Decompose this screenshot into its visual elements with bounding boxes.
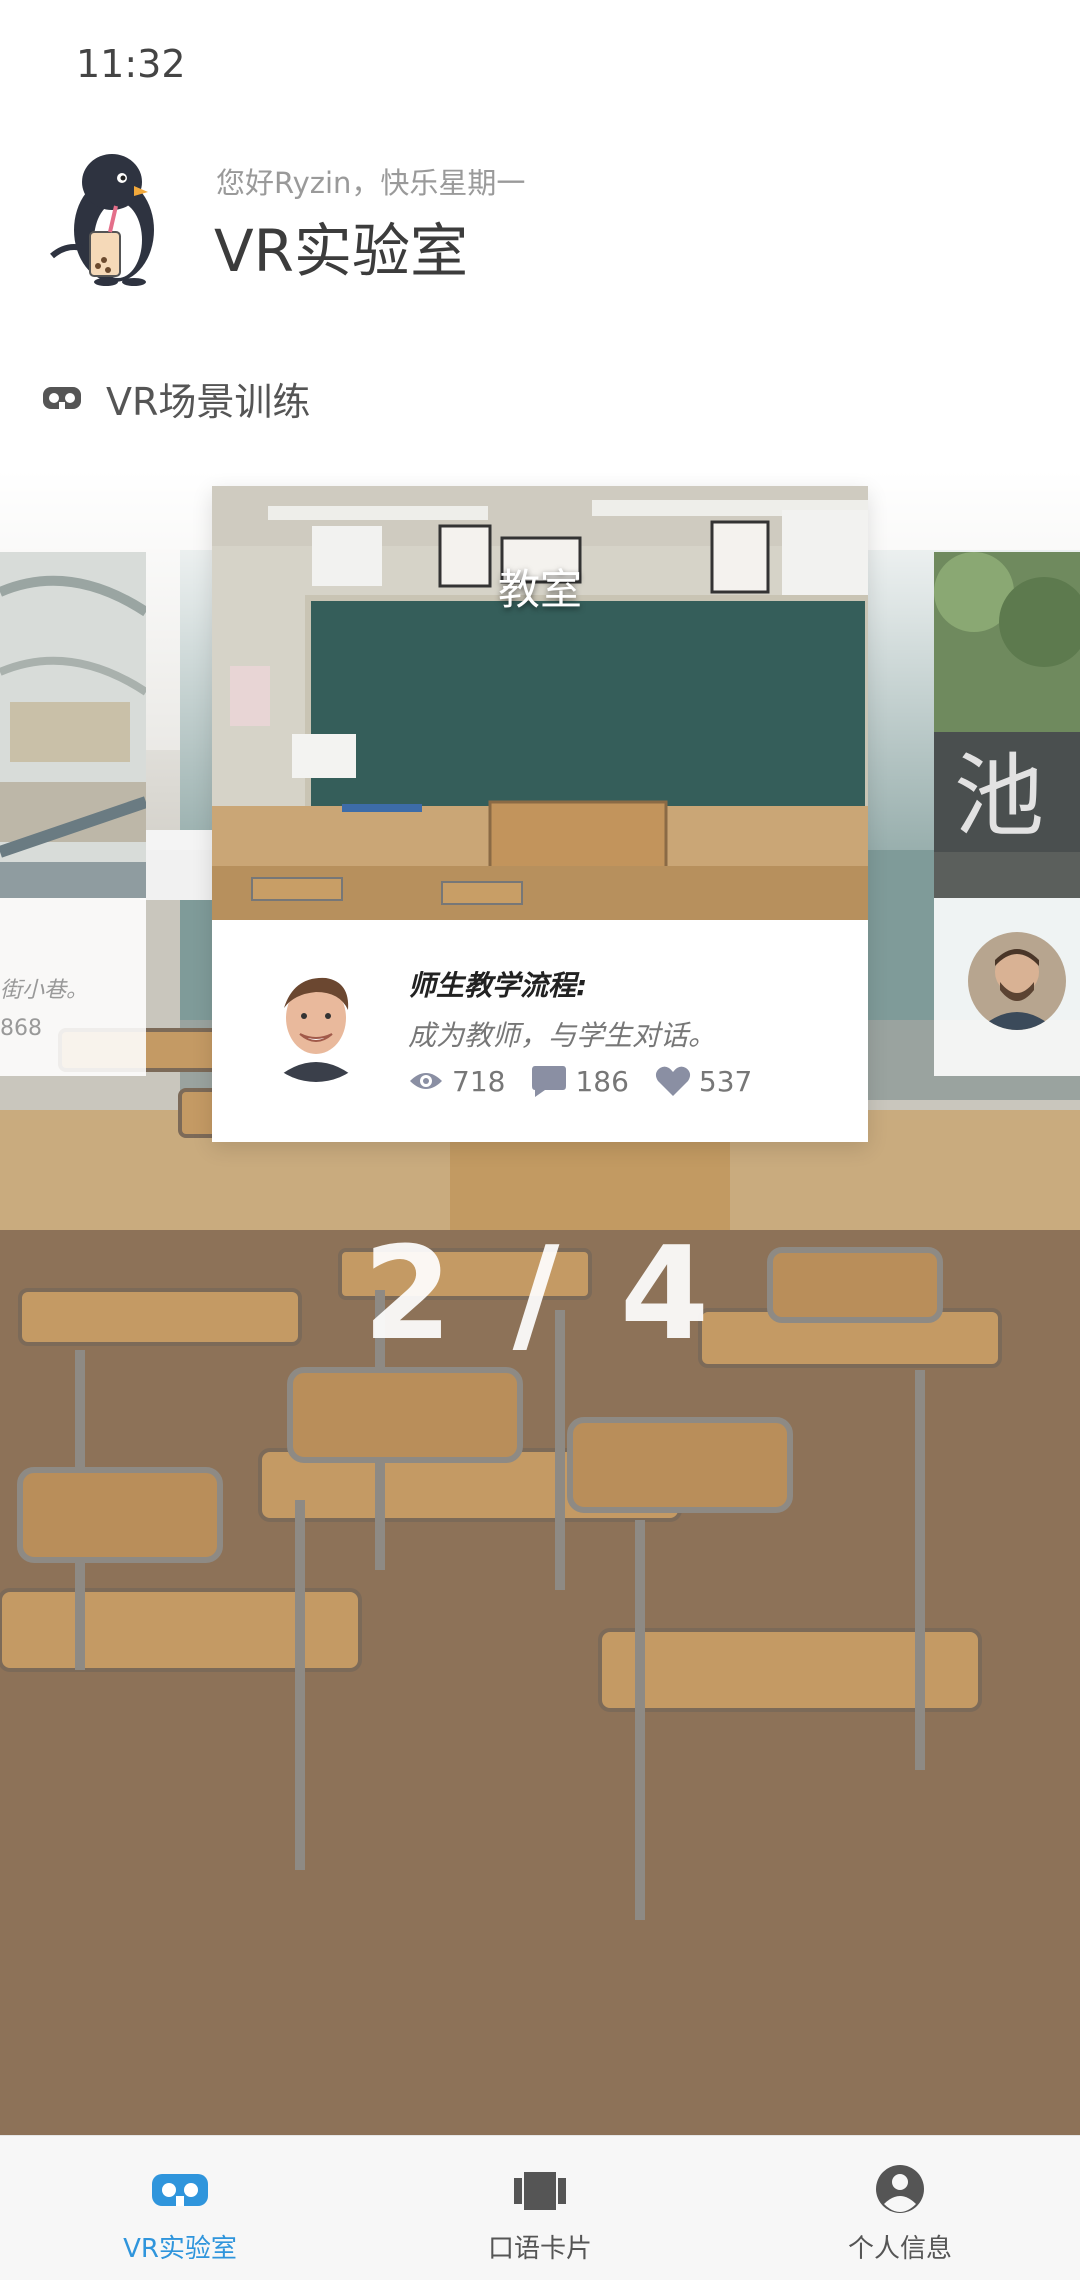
garden-scene-image: 池 bbox=[934, 552, 1080, 898]
likes-count: 537 bbox=[698, 1064, 753, 1098]
views-stat: 718 bbox=[408, 1065, 505, 1098]
bottom-nav: VR实验室 口语卡片 个人信息 bbox=[0, 2135, 1080, 2280]
penguin-mascot-icon bbox=[50, 154, 154, 286]
heart-icon bbox=[655, 1066, 690, 1096]
next-card-author-avatar bbox=[968, 932, 1066, 1030]
carousel-pager: 2 / 4 bbox=[363, 1220, 717, 1369]
comments-stat: 186 bbox=[531, 1064, 629, 1098]
nav-tab-oral-cards[interactable]: 口语卡片 bbox=[360, 2136, 720, 2280]
previous-card-stat: 868 bbox=[0, 1016, 42, 1041]
views-count: 718 bbox=[452, 1064, 506, 1098]
comments-count: 186 bbox=[575, 1064, 629, 1098]
nav-tab-vr-lab[interactable]: VR实验室 bbox=[0, 2136, 360, 2280]
nav-label: VR实验室 bbox=[123, 2234, 237, 2264]
carousel-card-active[interactable]: 教室 师生教学流程: 成为教师，与学生对话。 718 186 537 bbox=[212, 486, 868, 1142]
section-header: VR场景训练 bbox=[42, 368, 310, 428]
cards-icon bbox=[514, 2172, 566, 2210]
header: 您好Ryzin，快乐星期一 VR实验室 bbox=[0, 140, 1080, 300]
nav-tab-profile[interactable]: 个人信息 bbox=[720, 2136, 1080, 2280]
nav-label: 个人信息 bbox=[847, 2234, 952, 2264]
card-stats: 718 186 537 bbox=[408, 1064, 778, 1098]
likes-stat: 537 bbox=[655, 1065, 752, 1098]
nav-label: 口语卡片 bbox=[487, 2234, 592, 2264]
card-image-title: 教室 bbox=[497, 565, 582, 614]
status-bar: 11:32 bbox=[0, 0, 1080, 110]
greeting-text: 您好Ryzin，快乐星期一 bbox=[216, 166, 526, 200]
section-title: VR场景训练 bbox=[106, 379, 311, 424]
user-circle-icon bbox=[876, 2165, 924, 2213]
previous-card-desc: 街小巷。 bbox=[0, 978, 89, 1003]
card-description: 成为教师，与学生对话。 bbox=[408, 1019, 717, 1052]
vr-headset-icon bbox=[152, 2174, 208, 2206]
status-time: 11:32 bbox=[76, 42, 186, 86]
eye-icon bbox=[410, 1073, 442, 1089]
vr-headset-icon bbox=[43, 387, 81, 409]
card-heading: 师生教学流程: bbox=[408, 969, 588, 1002]
classroom-scene-image bbox=[212, 486, 868, 920]
mall-scene-image bbox=[0, 552, 146, 898]
page-title: VR实验室 bbox=[214, 217, 468, 285]
comment-icon bbox=[532, 1066, 567, 1097]
author-avatar bbox=[254, 958, 378, 1082]
svg-text:池: 池 bbox=[954, 744, 1044, 849]
